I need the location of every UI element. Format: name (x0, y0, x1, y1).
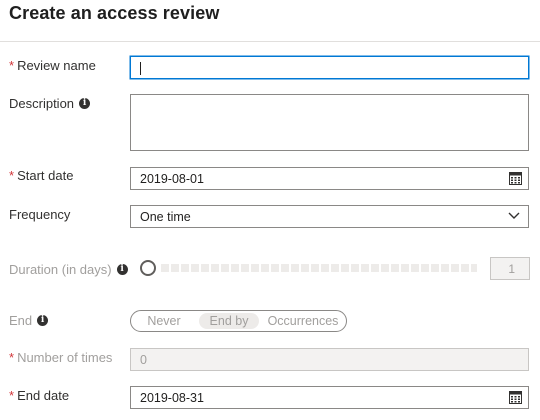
frequency-dropdown[interactable]: One time (130, 205, 529, 228)
number-of-times-label: * Number of times (9, 350, 113, 365)
end-options-toggle[interactable]: Never End by Occurrences (130, 310, 347, 332)
page-title: Create an access review (9, 3, 220, 23)
required-marker: * (9, 58, 15, 73)
end-date-label: * End date (9, 388, 70, 403)
calendar-icon[interactable] (509, 391, 522, 404)
frequency-label: Frequency (9, 207, 71, 222)
create-access-review-page: Create an access review * Review name Des… (0, 0, 540, 420)
end-option-end-by[interactable]: End by (199, 313, 259, 329)
end-option-never[interactable]: Never (139, 313, 189, 329)
duration-value-input[interactable]: 1 (490, 257, 530, 280)
number-of-times-input[interactable]: 0 (130, 348, 529, 371)
review-name-label: * Review name (9, 58, 96, 73)
duration-slider-track[interactable] (161, 264, 477, 272)
info-icon[interactable]: i (116, 264, 128, 275)
title-divider (0, 41, 540, 42)
calendar-icon[interactable] (509, 172, 522, 185)
info-icon[interactable]: i (79, 98, 91, 109)
end-label: End i (9, 313, 49, 328)
review-name-input[interactable] (130, 56, 529, 79)
duration-label: Duration (in days) i (9, 262, 128, 277)
end-option-occurrences[interactable]: Occurrences (265, 313, 341, 329)
start-date-picker[interactable]: 2019-08-01 (130, 167, 529, 190)
start-date-label: * Start date (9, 168, 74, 183)
description-textarea[interactable] (130, 94, 529, 151)
duration-slider-thumb[interactable] (140, 260, 156, 276)
chevron-down-icon (508, 212, 520, 219)
end-date-picker[interactable]: 2019-08-31 (130, 386, 529, 409)
description-label: Description i (9, 96, 91, 111)
text-caret (140, 62, 141, 75)
info-icon[interactable]: i (37, 315, 49, 326)
